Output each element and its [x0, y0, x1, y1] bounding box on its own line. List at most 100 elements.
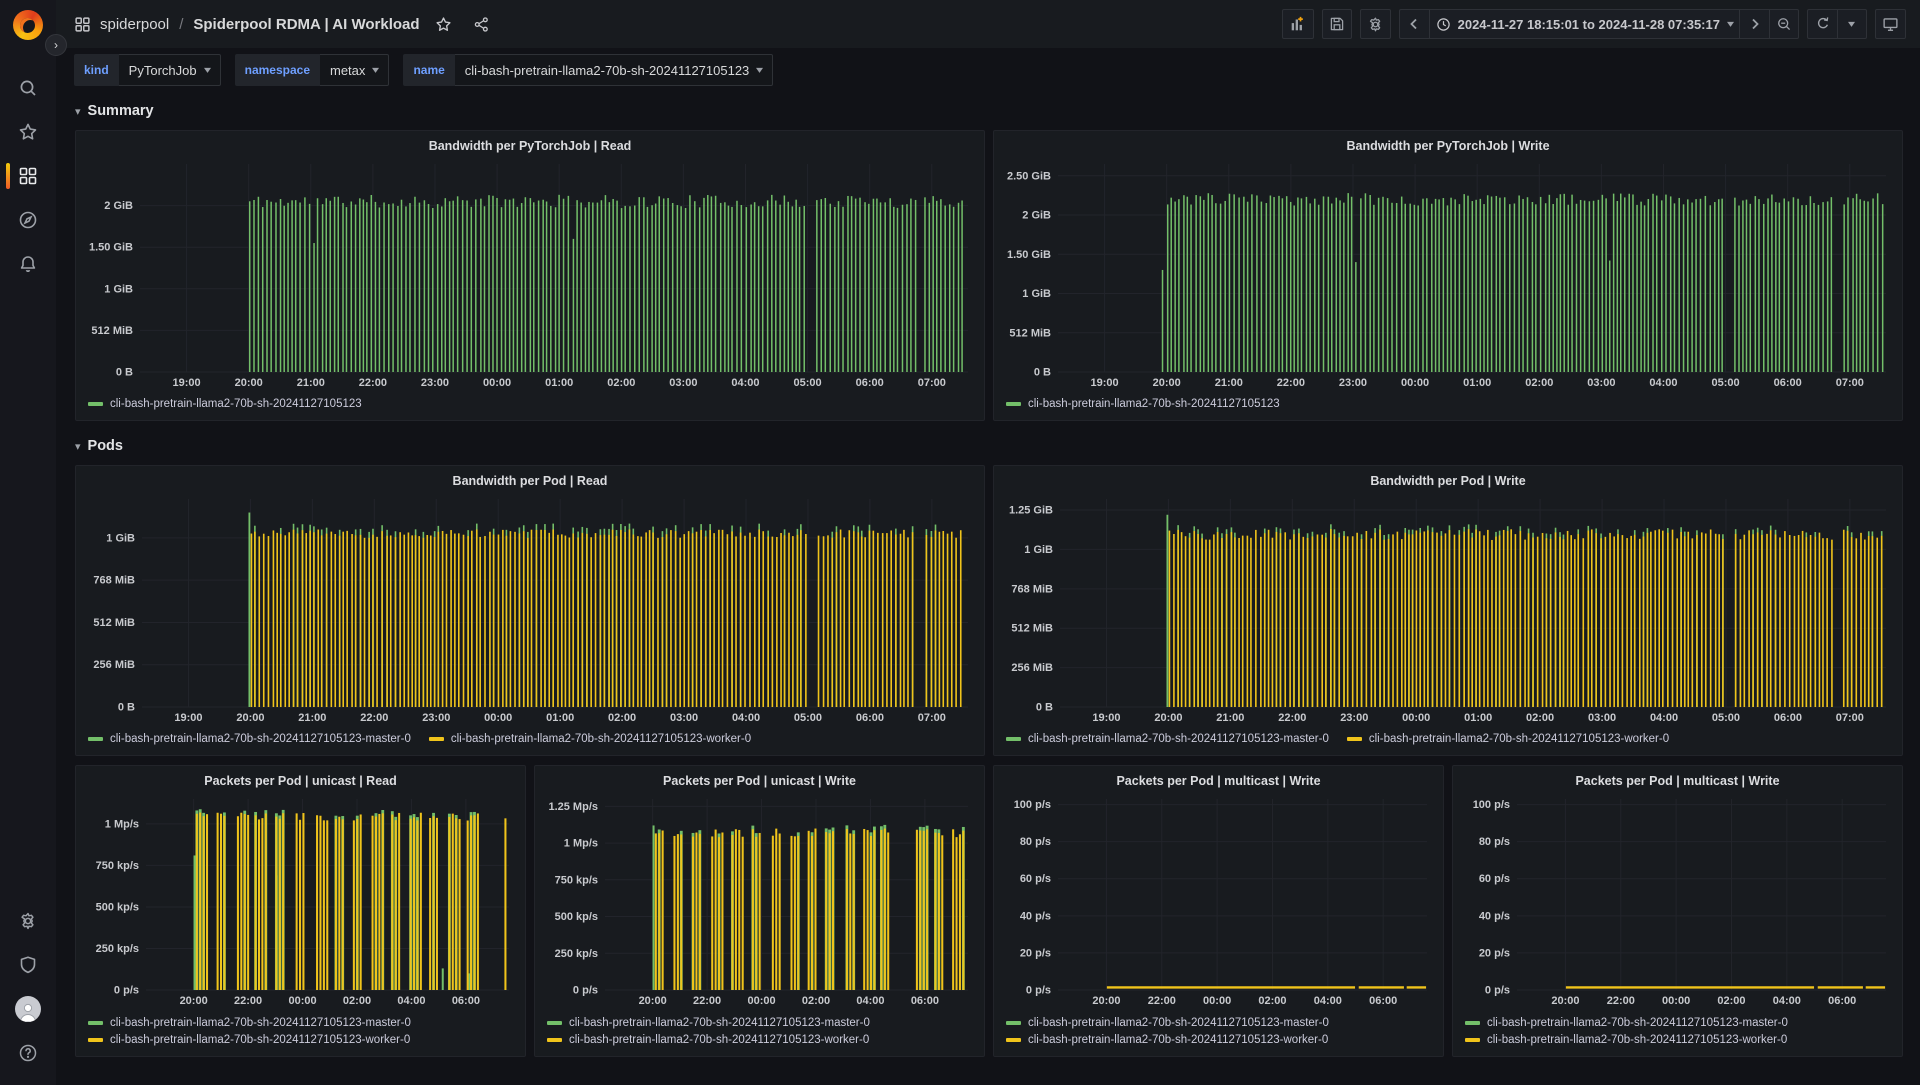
legend-label: cli-bash-pretrain-llama2-70b-sh-20241127…	[1028, 1017, 1329, 1029]
panel-packets-multicast-write-2: Packets per Pod | multicast | Write 20:0…	[1452, 765, 1903, 1057]
zoom-out-button[interactable]	[1769, 9, 1799, 39]
section-title: Pods	[88, 438, 123, 454]
panel-packets-unicast-read: Packets per Pod | unicast | Read 20:0022…	[75, 765, 526, 1057]
time-shift-back-button[interactable]	[1399, 9, 1429, 39]
refresh-button[interactable]	[1807, 9, 1837, 39]
add-panel-button[interactable]	[1282, 9, 1314, 39]
expand-sidebar-button[interactable]: ›	[45, 34, 67, 56]
time-range-picker[interactable]: 2024-11-27 18:15:01 to 2024-11-28 07:35:…	[1429, 9, 1739, 39]
svg-text:06:00: 06:00	[1774, 712, 1802, 724]
svg-text:2.50 GiB: 2.50 GiB	[1007, 170, 1051, 182]
svg-text:256 MiB: 256 MiB	[1011, 662, 1053, 674]
legend-item[interactable]: cli-bash-pretrain-llama2-70b-sh-20241127…	[1006, 398, 1280, 410]
svg-text:0 p/s: 0 p/s	[1026, 985, 1051, 997]
svg-text:04:00: 04:00	[1314, 995, 1342, 1007]
sidebar-item-admin[interactable]	[0, 899, 56, 943]
sidebar: ›	[0, 0, 56, 1085]
timeseries-chart[interactable]: 20:0022:0000:0002:0004:0006:000 p/s250 k…	[541, 793, 978, 1010]
svg-text:0 p/s: 0 p/s	[573, 985, 598, 997]
sidebar-item-security[interactable]	[0, 943, 56, 987]
svg-text:22:00: 22:00	[360, 712, 388, 724]
legend-item[interactable]: cli-bash-pretrain-llama2-70b-sh-20241127…	[88, 398, 362, 410]
sidebar-item-search[interactable]	[0, 66, 56, 110]
time-range-label: 2024-11-27 18:15:01 to 2024-11-28 07:35:…	[1458, 17, 1720, 32]
timeseries-chart[interactable]: 19:0020:0021:0022:0023:0000:0001:0002:00…	[82, 493, 978, 727]
svg-text:80 p/s: 80 p/s	[1020, 836, 1051, 848]
svg-text:07:00: 07:00	[918, 377, 946, 389]
variable-name-select[interactable]: cli-bash-pretrain-llama2-70b-sh-20241127…	[455, 54, 774, 86]
svg-text:22:00: 22:00	[234, 995, 262, 1007]
legend-item[interactable]: cli-bash-pretrain-llama2-70b-sh-20241127…	[88, 1034, 517, 1046]
sidebar-item-help[interactable]	[0, 1031, 56, 1075]
svg-text:60 p/s: 60 p/s	[1020, 873, 1051, 885]
svg-text:20:00: 20:00	[1154, 712, 1182, 724]
timeseries-chart[interactable]: 19:0020:0021:0022:0023:0000:0001:0002:00…	[1000, 493, 1896, 727]
legend-item[interactable]: cli-bash-pretrain-llama2-70b-sh-20241127…	[1006, 733, 1329, 745]
dashboard-settings-button[interactable]	[1360, 9, 1391, 39]
svg-text:00:00: 00:00	[747, 995, 775, 1007]
panel-title[interactable]: Bandwidth per PyTorchJob | Read	[82, 136, 978, 158]
bell-icon	[18, 254, 38, 274]
section-header-pods[interactable]: ▾ Pods	[75, 433, 1903, 459]
svg-text:06:00: 06:00	[856, 712, 884, 724]
svg-text:1 GiB: 1 GiB	[1024, 544, 1053, 556]
panel-title[interactable]: Packets per Pod | multicast | Write	[1000, 771, 1437, 793]
legend-label: cli-bash-pretrain-llama2-70b-sh-20241127…	[451, 733, 751, 745]
refresh-interval-dropdown[interactable]: ▾	[1837, 9, 1867, 39]
variable-kind: kind PyTorchJob▾	[74, 54, 221, 86]
legend-item[interactable]: cli-bash-pretrain-llama2-70b-sh-20241127…	[88, 1017, 517, 1029]
legend-item[interactable]: cli-bash-pretrain-llama2-70b-sh-20241127…	[1006, 1017, 1435, 1029]
legend-label: cli-bash-pretrain-llama2-70b-sh-20241127…	[569, 1034, 869, 1046]
timeseries-chart[interactable]: 20:0022:0000:0002:0004:0006:000 p/s20 p/…	[1459, 793, 1896, 1010]
legend-item[interactable]: cli-bash-pretrain-llama2-70b-sh-20241127…	[547, 1034, 976, 1046]
legend-swatch	[1006, 737, 1021, 741]
save-dashboard-button[interactable]	[1322, 9, 1352, 39]
share-button[interactable]	[467, 12, 496, 37]
legend-item[interactable]: cli-bash-pretrain-llama2-70b-sh-20241127…	[429, 733, 751, 745]
legend-swatch	[429, 737, 444, 741]
timeseries-chart[interactable]: 19:0020:0021:0022:0023:0000:0001:0002:00…	[82, 158, 978, 392]
legend-item[interactable]: cli-bash-pretrain-llama2-70b-sh-20241127…	[547, 1017, 976, 1029]
legend-swatch	[1347, 737, 1362, 741]
kiosk-mode-button[interactable]	[1875, 9, 1906, 39]
legend-item[interactable]: cli-bash-pretrain-llama2-70b-sh-20241127…	[1347, 733, 1669, 745]
favorite-star-button[interactable]	[429, 12, 458, 37]
chart-legend: cli-bash-pretrain-llama2-70b-sh-20241127…	[541, 1010, 978, 1052]
svg-text:04:00: 04:00	[1650, 712, 1678, 724]
legend-swatch	[88, 1038, 103, 1042]
svg-text:05:00: 05:00	[1712, 712, 1740, 724]
panel-title[interactable]: Packets per Pod | multicast | Write	[1459, 771, 1896, 793]
svg-text:23:00: 23:00	[1339, 377, 1367, 389]
svg-text:06:00: 06:00	[452, 995, 480, 1007]
svg-text:1 Mp/s: 1 Mp/s	[564, 838, 598, 850]
legend-item[interactable]: cli-bash-pretrain-llama2-70b-sh-20241127…	[1465, 1017, 1894, 1029]
sidebar-item-profile[interactable]	[0, 987, 56, 1031]
svg-text:00:00: 00:00	[483, 377, 511, 389]
timeseries-chart[interactable]: 19:0020:0021:0022:0023:0000:0001:0002:00…	[1000, 158, 1896, 392]
panel-title[interactable]: Bandwidth per Pod | Read	[82, 471, 978, 493]
breadcrumb-root[interactable]: spiderpool	[100, 16, 169, 33]
panel-title[interactable]: Bandwidth per PyTorchJob | Write	[1000, 136, 1896, 158]
panel-title[interactable]: Packets per Pod | unicast | Read	[82, 771, 519, 793]
legend-item[interactable]: cli-bash-pretrain-llama2-70b-sh-20241127…	[1465, 1034, 1894, 1046]
sidebar-item-starred[interactable]	[0, 110, 56, 154]
help-icon	[18, 1043, 38, 1063]
chart-legend: cli-bash-pretrain-llama2-70b-sh-20241127…	[82, 392, 978, 416]
timeseries-chart[interactable]: 20:0022:0000:0002:0004:0006:000 p/s20 p/…	[1000, 793, 1437, 1010]
time-shift-forward-button[interactable]	[1739, 9, 1769, 39]
variable-kind-select[interactable]: PyTorchJob▾	[119, 54, 221, 86]
variable-namespace-select[interactable]: metax▾	[320, 54, 389, 86]
sidebar-item-explore[interactable]	[0, 198, 56, 242]
section-header-summary[interactable]: ▾ Summary	[75, 98, 1903, 124]
legend-item[interactable]: cli-bash-pretrain-llama2-70b-sh-20241127…	[88, 733, 411, 745]
panel-title[interactable]: Bandwidth per Pod | Write	[1000, 471, 1896, 493]
sidebar-item-dashboards[interactable]	[0, 154, 56, 198]
svg-text:0 B: 0 B	[1034, 367, 1051, 379]
legend-item[interactable]: cli-bash-pretrain-llama2-70b-sh-20241127…	[1006, 1034, 1435, 1046]
panel-title[interactable]: Packets per Pod | unicast | Write	[541, 771, 978, 793]
grafana-logo[interactable]	[13, 10, 43, 40]
svg-text:04:00: 04:00	[731, 377, 759, 389]
sidebar-item-alerting[interactable]	[0, 242, 56, 286]
timeseries-chart[interactable]: 20:0022:0000:0002:0004:0006:000 p/s250 k…	[82, 793, 519, 1010]
panel-packets-multicast-write-1: Packets per Pod | multicast | Write 20:0…	[993, 765, 1444, 1057]
